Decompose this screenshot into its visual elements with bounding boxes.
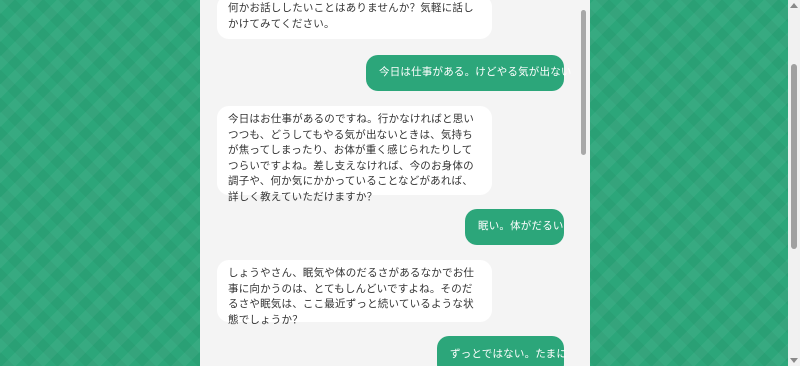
message-text: 何かお話ししたいことはありませんか？気軽に話しかけてみてください。: [228, 2, 474, 30]
assistant-message-bubble: 何かお話ししたいことはありませんか？気軽に話しかけてみてください。: [217, 0, 492, 39]
app-background: 何かお話ししたいことはありませんか？気軽に話しかけてみてください。 今日は仕事が…: [0, 0, 800, 366]
user-message-bubble: 眠い。体がだるい: [465, 209, 564, 245]
user-message-bubble: 今日は仕事がある。けどやる気が出ない: [366, 55, 571, 91]
user-message-bubble: ずっとではない。たまに: [437, 336, 568, 366]
message-text: 眠い。体がだるい: [478, 220, 564, 232]
assistant-message-bubble: 今日はお仕事があるのですね。行かなければと思いつつも、どうしてもやる気が出ないと…: [217, 106, 492, 203]
message-text: 今日は仕事がある。けどやる気が出ない: [379, 66, 572, 78]
page-scrollbar[interactable]: [788, 0, 800, 366]
message-text: しょうやさん、眠気や体のだるさがあるなかでお仕事に向かうのは、とてもしんどいです…: [228, 267, 475, 326]
chat-panel[interactable]: 何かお話ししたいことはありませんか？気軽に話しかけてみてください。 今日は仕事が…: [200, 0, 590, 366]
page-scrollbar-thumb[interactable]: [791, 64, 797, 249]
chat-scrollbar[interactable]: [580, 0, 588, 366]
scroll-up-arrow-icon[interactable]: [790, 3, 798, 8]
scroll-down-arrow-icon[interactable]: [790, 358, 798, 363]
chat-scrollbar-thumb[interactable]: [581, 10, 586, 155]
message-text: 今日はお仕事があるのですね。行かなければと思いつつも、どうしてもやる気が出ないと…: [228, 113, 475, 203]
message-text: ずっとではない。たまに: [450, 348, 568, 360]
assistant-message-bubble: しょうやさん、眠気や体のだるさがあるなかでお仕事に向かうのは、とてもしんどいです…: [217, 260, 492, 326]
